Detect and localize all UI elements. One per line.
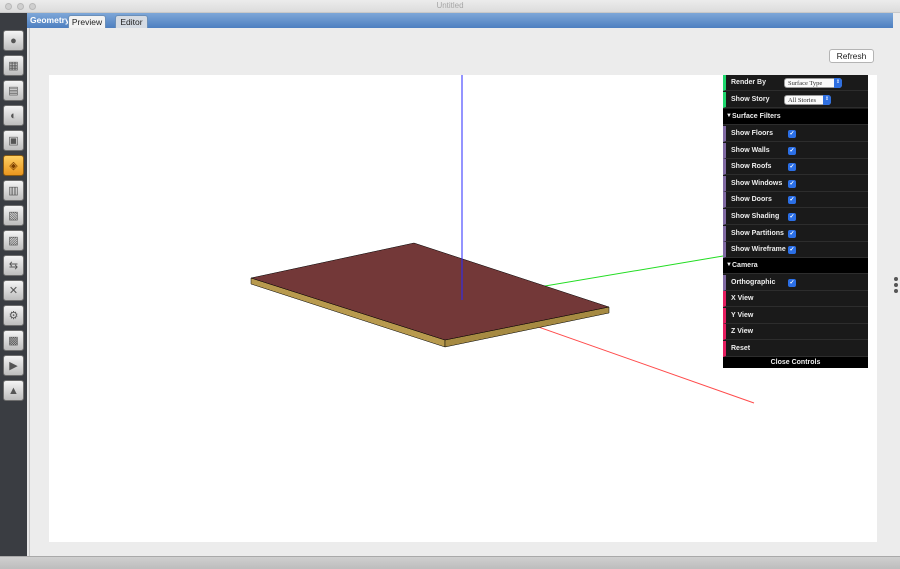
filter-checkbox[interactable]: ✓ — [788, 196, 796, 205]
window-titlebar: Untitled — [0, 0, 900, 13]
filter-label: Show Walls — [731, 146, 770, 154]
show-story-select[interactable]: All Stories ⇕ — [784, 95, 831, 105]
z-view-label: Z View — [731, 328, 754, 335]
filter-checkbox[interactable]: ✓ — [788, 246, 796, 255]
section-label: Geometry — [30, 15, 70, 25]
x-view-label: X View — [731, 295, 754, 302]
surface-filters-label: Surface Filters — [732, 113, 781, 120]
spaces-icon: ▧ — [8, 210, 19, 222]
filter-row: Show Doors ✓ — [723, 192, 868, 209]
thermal-zones-tab[interactable]: ▨ — [3, 230, 24, 251]
space-types-icon: ▣ — [8, 135, 19, 147]
filter-label: Show Wireframe — [731, 246, 786, 254]
close-controls-button[interactable]: Close Controls — [723, 357, 868, 368]
output-variables-icon: ⚙ — [8, 310, 19, 322]
filter-checkbox[interactable]: ✓ — [788, 130, 796, 138]
camera-label: Camera — [732, 262, 758, 269]
reset-label: Reset — [731, 345, 751, 352]
output-variables-tab[interactable]: ⚙ — [3, 305, 24, 326]
reset-camera-button[interactable]: Reset — [723, 341, 868, 357]
hvac-systems-icon: ⇆ — [8, 260, 19, 272]
filter-row: Show Partitions ✓ — [723, 225, 868, 242]
facility-tab[interactable]: ▥ — [3, 180, 24, 201]
grip-dot — [894, 277, 898, 281]
simulation-settings-tab[interactable]: ▩ — [3, 330, 24, 351]
simulation-settings-icon: ▩ — [8, 335, 19, 347]
render-controls-panel: Render By Surface Type ⇕ Show Story All … — [723, 75, 868, 368]
space-types-tab[interactable]: ▣ — [3, 130, 24, 151]
show-story-row: Show Story All Stories ⇕ — [723, 92, 868, 108]
orthographic-checkbox[interactable]: ✓ — [788, 279, 796, 287]
filter-checkbox[interactable]: ✓ — [788, 229, 796, 238]
3d-viewport[interactable]: Render By Surface Type ⇕ Show Story All … — [49, 75, 877, 542]
y-view-button[interactable]: Y View — [723, 308, 868, 324]
x-view-button[interactable]: X View — [723, 291, 868, 307]
surface-filters-folder[interactable]: ▼ Surface Filters — [723, 109, 868, 125]
measures-tab[interactable]: ▶ — [3, 355, 24, 376]
filter-row: Show Wireframe ✓ — [723, 242, 868, 259]
show-story-label: Show Story — [731, 96, 770, 103]
hvac-systems-tab[interactable]: ⇆ — [3, 255, 24, 276]
chevron-updown-icon: ⇕ — [834, 78, 842, 88]
constructions-tab[interactable]: ▤ — [3, 80, 24, 101]
render-by-label: Render By — [731, 79, 767, 86]
orthographic-label: Orthographic — [731, 279, 776, 286]
site-icon: ● — [10, 34, 17, 47]
filter-checkbox[interactable]: ✓ — [788, 179, 796, 188]
filter-label: Show Shading — [731, 213, 780, 220]
show-story-value: All Stories — [788, 97, 816, 104]
facility-icon: ▥ — [8, 185, 19, 197]
geometry-tab[interactable]: ◈ — [3, 155, 24, 176]
tab-bar: Geometry Preview Editor — [27, 13, 893, 28]
filter-row: Show Walls ✓ — [723, 142, 868, 159]
measures-icon: ▶ — [9, 360, 18, 372]
chevron-updown-icon: ⇕ — [823, 95, 831, 105]
loads-icon: ◐ — [10, 109, 17, 122]
grip-dot — [894, 289, 898, 293]
results-summary-tab[interactable]: ▲ — [3, 380, 24, 401]
site-tab[interactable]: ● — [3, 30, 24, 51]
filter-row: Show Shading ✓ — [723, 209, 868, 225]
filter-label: Show Doors — [731, 196, 772, 204]
tab-editor[interactable]: Editor — [115, 15, 148, 28]
filter-label: Show Roofs — [731, 163, 772, 171]
loads-tab[interactable]: ◐ — [3, 105, 24, 126]
filter-label: Show Partitions — [731, 229, 784, 237]
filter-checkbox[interactable]: ✓ — [788, 213, 796, 221]
roof-surface — [250, 242, 610, 341]
thermal-zones-icon: ▨ — [8, 235, 19, 247]
filter-row: Show Floors ✓ — [723, 126, 868, 142]
z-view-button[interactable]: Z View — [723, 324, 868, 340]
filter-label: Show Floors — [731, 130, 773, 137]
y-view-label: Y View — [731, 312, 754, 319]
filter-row: Show Roofs ✓ — [723, 159, 868, 176]
window-title: Untitled — [436, 1, 464, 10]
render-by-row: Render By Surface Type ⇕ — [723, 75, 868, 91]
schedules-icon: ▦ — [8, 60, 19, 72]
camera-folder[interactable]: ▼ Camera — [723, 258, 868, 274]
geometry-icon: ◈ — [9, 160, 18, 172]
filter-checkbox[interactable]: ✓ — [788, 163, 796, 172]
spaces-tab[interactable]: ▧ — [3, 205, 24, 226]
schedules-tab[interactable]: ▦ — [3, 55, 24, 76]
filter-row: Show Windows ✓ — [723, 175, 868, 192]
render-by-value: Surface Type — [788, 80, 823, 87]
render-by-select[interactable]: Surface Type ⇕ — [784, 78, 842, 88]
panel-resize-grip[interactable] — [893, 13, 900, 556]
refresh-button[interactable]: Refresh — [829, 49, 874, 63]
vertical-tab-sidebar: ● ▦ ▤ ◐ ▣ ◈ ▥ ▧ ▨ ⇆ ✕ ⚙ ▩ ▶ ▲ — [0, 13, 27, 556]
status-bar — [0, 556, 900, 569]
building-summary-icon: ✕ — [8, 285, 19, 297]
building-summary-tab[interactable]: ✕ — [3, 280, 24, 301]
constructions-icon: ▤ — [8, 85, 19, 97]
results-summary-icon: ▲ — [8, 384, 19, 397]
filter-label: Show Windows — [731, 179, 783, 187]
tab-preview[interactable]: Preview — [68, 15, 106, 28]
filter-checkbox[interactable]: ✓ — [788, 146, 796, 155]
orthographic-row: Orthographic ✓ — [723, 275, 868, 291]
grip-dot — [894, 283, 898, 287]
